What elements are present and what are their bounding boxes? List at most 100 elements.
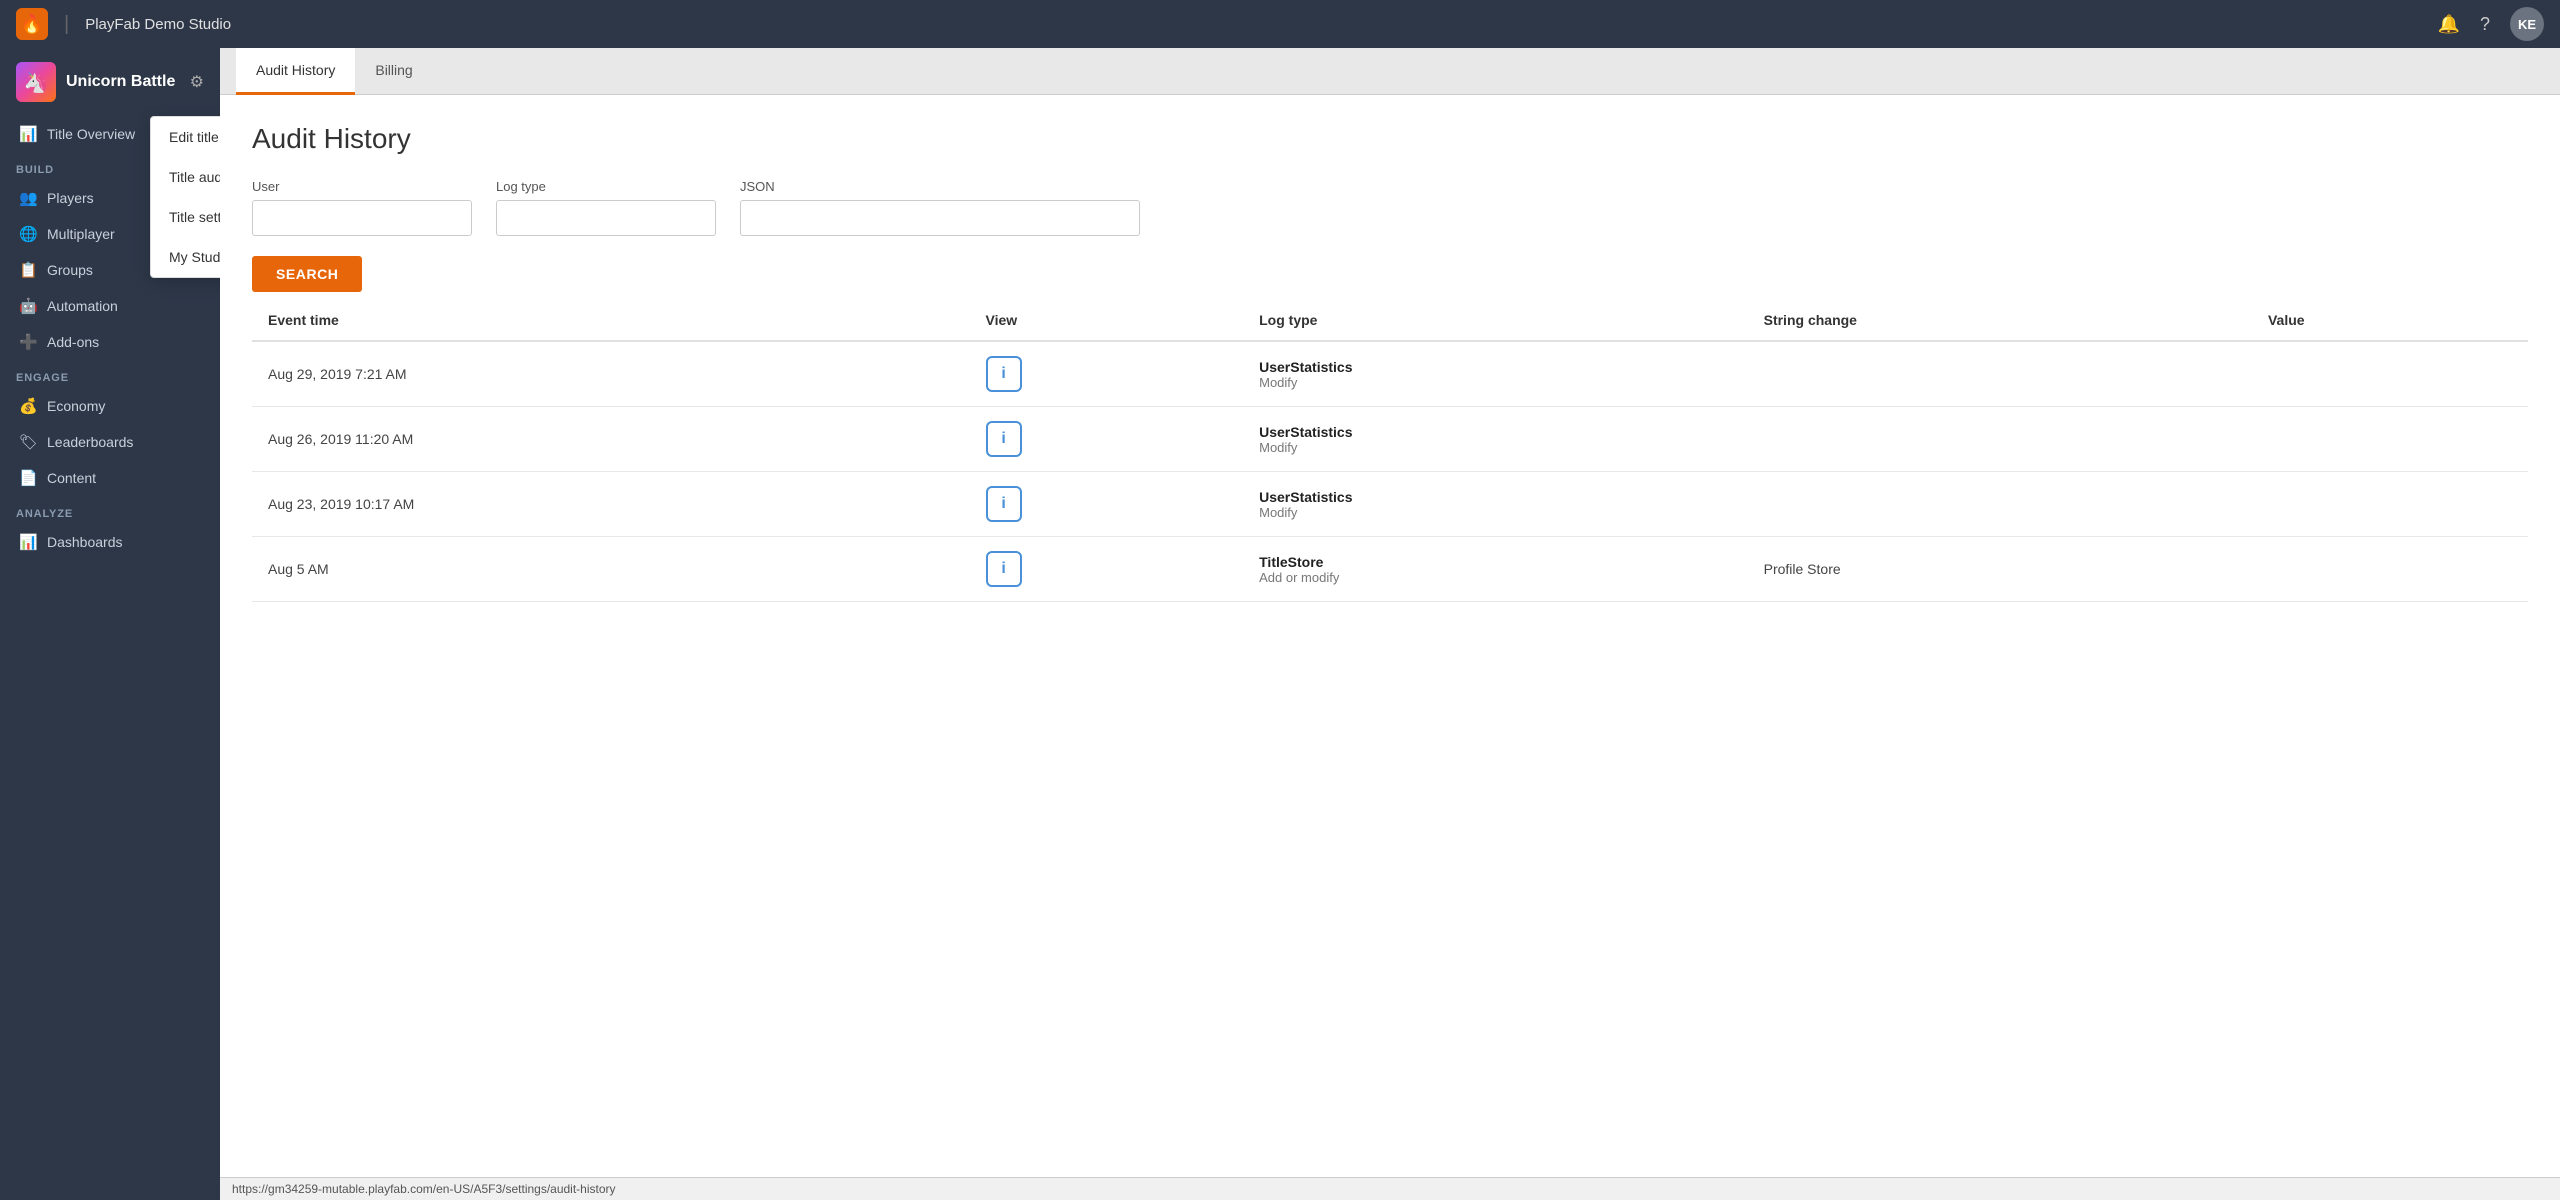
- sidebar: 🦄 Unicorn Battle ⚙ Edit title info Title…: [0, 48, 220, 1200]
- gear-button[interactable]: ⚙: [190, 72, 204, 92]
- tab-audit-history[interactable]: Audit History: [236, 48, 355, 95]
- cell-string-change: [1748, 341, 2252, 407]
- overview-icon: 📊: [19, 125, 37, 143]
- content-label: Content: [47, 470, 96, 486]
- cell-view: i: [970, 537, 1244, 602]
- cell-log-type: UserStatistics Modify: [1243, 407, 1747, 472]
- logtype-filter-group: Log type: [496, 179, 716, 236]
- cell-event-time: Aug 29, 2019 7:21 AM: [252, 341, 970, 407]
- title-header: 🦄 Unicorn Battle ⚙ Edit title info Title…: [0, 48, 220, 116]
- cell-string-change: Profile Store: [1748, 537, 2252, 602]
- col-string-change: String change: [1748, 300, 2252, 341]
- status-bar: https://gm34259-mutable.playfab.com/en-U…: [220, 1177, 2560, 1200]
- view-button[interactable]: i: [986, 421, 1022, 457]
- cell-value: [2252, 341, 2528, 407]
- app-body: 🦄 Unicorn Battle ⚙ Edit title info Title…: [0, 48, 2560, 1200]
- view-button[interactable]: i: [986, 486, 1022, 522]
- cell-view: i: [970, 407, 1244, 472]
- title-name: Unicorn Battle: [66, 73, 180, 91]
- dropdown-title-audit-history[interactable]: Title audit history: [151, 157, 220, 197]
- sidebar-item-leaderboards[interactable]: 🏷 Leaderboards: [0, 424, 220, 460]
- view-button[interactable]: i: [986, 551, 1022, 587]
- economy-icon: 💰: [19, 397, 37, 415]
- table-row: Aug 26, 2019 11:20 AM i UserStatistics M…: [252, 407, 2528, 472]
- main-content: Audit History Billing Audit History User…: [220, 48, 2560, 1200]
- search-button[interactable]: SEARCH: [252, 256, 362, 292]
- title-icon: 🦄: [16, 62, 56, 102]
- table-row: Aug 5 AM i TitleStore Add or modify Prof…: [252, 537, 2528, 602]
- json-filter-input[interactable]: [740, 200, 1140, 236]
- groups-label: Groups: [47, 262, 93, 278]
- cell-event-time: Aug 23, 2019 10:17 AM: [252, 472, 970, 537]
- cell-view: i: [970, 472, 1244, 537]
- multiplayer-icon: 🌐: [19, 225, 37, 243]
- multiplayer-label: Multiplayer: [47, 226, 115, 242]
- addons-icon: ➕: [19, 333, 37, 351]
- engage-section-label: ENGAGE: [0, 360, 220, 388]
- nav-right: 🔔 ? KE: [2438, 7, 2544, 41]
- cell-value: [2252, 537, 2528, 602]
- notification-button[interactable]: 🔔: [2438, 14, 2460, 35]
- cell-string-change: [1748, 407, 2252, 472]
- logtype-filter-input[interactable]: [496, 200, 716, 236]
- user-avatar[interactable]: KE: [2510, 7, 2544, 41]
- table-row: Aug 23, 2019 10:17 AM i UserStatistics M…: [252, 472, 2528, 537]
- page-content: Audit History User Log type JSON SEARCH: [220, 95, 2560, 1177]
- top-navigation: 🔥 | PlayFab Demo Studio 🔔 ? KE: [0, 0, 2560, 48]
- cell-value: [2252, 472, 2528, 537]
- table-row: Aug 29, 2019 7:21 AM i UserStatistics Mo…: [252, 341, 2528, 407]
- dropdown-edit-title[interactable]: Edit title info: [151, 117, 220, 157]
- groups-icon: 📋: [19, 261, 37, 279]
- page-title: Audit History: [252, 123, 2528, 155]
- dashboards-label: Dashboards: [47, 534, 123, 550]
- user-filter-group: User: [252, 179, 472, 236]
- automation-icon: 🤖: [19, 297, 37, 315]
- analyze-section-label: ANALYZE: [0, 496, 220, 524]
- playfab-logo: 🔥: [16, 8, 48, 40]
- addons-label: Add-ons: [47, 334, 99, 350]
- col-log-type: Log type: [1243, 300, 1747, 341]
- cell-log-type: UserStatistics Modify: [1243, 341, 1747, 407]
- sidebar-item-automation[interactable]: 🤖 Automation: [0, 288, 220, 324]
- sidebar-item-content[interactable]: 📄 Content: [0, 460, 220, 496]
- cell-string-change: [1748, 472, 2252, 537]
- leaderboards-label: Leaderboards: [47, 434, 133, 450]
- col-event-time: Event time: [252, 300, 970, 341]
- cell-view: i: [970, 341, 1244, 407]
- col-view: View: [970, 300, 1244, 341]
- cell-log-type: TitleStore Add or modify: [1243, 537, 1747, 602]
- sidebar-item-economy[interactable]: 💰 Economy: [0, 388, 220, 424]
- nav-divider: |: [64, 13, 69, 36]
- col-value: Value: [2252, 300, 2528, 341]
- leaderboards-icon: 🏷: [19, 433, 37, 451]
- help-button[interactable]: ?: [2480, 14, 2490, 35]
- audit-table: Event time View Log type String change V…: [252, 300, 2528, 602]
- dropdown-title-settings[interactable]: Title settings: [151, 197, 220, 237]
- players-label: Players: [47, 190, 94, 206]
- dropdown-my-studios[interactable]: My Studios and Titles: [151, 237, 220, 277]
- cell-value: [2252, 407, 2528, 472]
- content-icon: 📄: [19, 469, 37, 487]
- title-dropdown-menu: Edit title info Title audit history Titl…: [150, 116, 220, 278]
- sidebar-item-addons[interactable]: ➕ Add-ons: [0, 324, 220, 360]
- sidebar-item-dashboards[interactable]: 📊 Dashboards: [0, 524, 220, 560]
- cell-log-type: UserStatistics Modify: [1243, 472, 1747, 537]
- economy-label: Economy: [47, 398, 105, 414]
- filter-row: User Log type JSON: [252, 179, 2528, 236]
- automation-label: Automation: [47, 298, 118, 314]
- logtype-filter-label: Log type: [496, 179, 716, 194]
- json-filter-label: JSON: [740, 179, 1140, 194]
- status-url: https://gm34259-mutable.playfab.com/en-U…: [232, 1182, 616, 1196]
- studio-name: PlayFab Demo Studio: [85, 16, 231, 33]
- user-filter-input[interactable]: [252, 200, 472, 236]
- cell-event-time: Aug 5 AM: [252, 537, 970, 602]
- cell-event-time: Aug 26, 2019 11:20 AM: [252, 407, 970, 472]
- tab-bar: Audit History Billing: [220, 48, 2560, 95]
- json-filter-group: JSON: [740, 179, 1140, 236]
- user-filter-label: User: [252, 179, 472, 194]
- overview-label: Title Overview: [47, 126, 135, 142]
- players-icon: 👥: [19, 189, 37, 207]
- tab-billing[interactable]: Billing: [355, 48, 432, 95]
- view-button[interactable]: i: [986, 356, 1022, 392]
- dashboards-icon: 📊: [19, 533, 37, 551]
